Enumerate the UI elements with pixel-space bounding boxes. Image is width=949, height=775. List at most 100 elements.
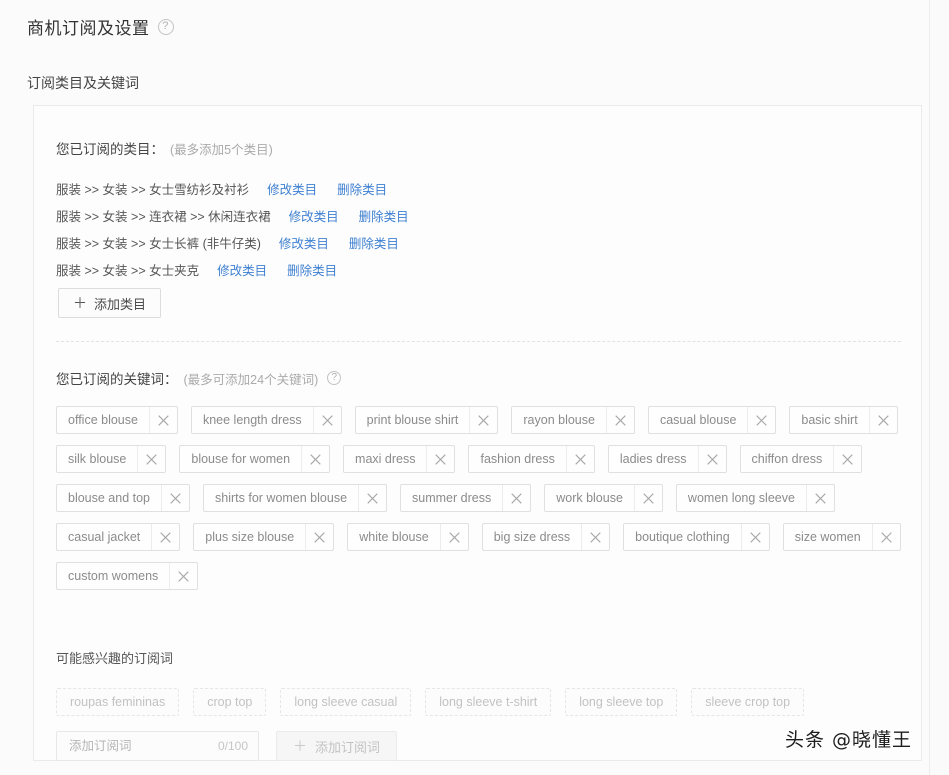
delete-category-link[interactable]: 删除类目 [287,260,337,279]
keyword-tag-label: plus size blouse [205,530,295,544]
keyword-tag: ladies dress [607,445,727,473]
suggestion-chip[interactable]: sleeve crop top [691,688,805,716]
watermark: 头条 @晓懂王 [784,729,912,751]
close-icon[interactable] [439,524,468,550]
suggestion-chip[interactable]: long sleeve top [565,688,678,716]
delete-category-link[interactable]: 删除类目 [349,233,399,252]
keyword-tag: rayon blouse [511,406,635,434]
close-icon[interactable] [169,563,197,589]
keyword-tag: size women [782,523,901,551]
close-icon[interactable] [871,524,900,550]
edit-category-link[interactable]: 修改类目 [289,206,339,225]
category-row: 服装 >> 女装 >> 连衣裙 >> 休闲连衣裙 修改类目 删除类目 [56,202,856,229]
keyword-tag-label: silk blouse [68,452,127,466]
keyword-tag: work blouse [544,484,663,512]
close-icon[interactable] [358,485,386,511]
help-icon[interactable]: ? [157,18,174,35]
keyword-tag: knee length dress [190,406,342,434]
keyword-tag: casual blouse [647,406,777,434]
category-path: 服装 >> 女装 >> 女士长裤 (非牛仔类) [56,237,261,251]
suggestions-label: 可能感兴趣的订阅词 [56,651,174,666]
suggestion-chip[interactable]: roupas femininas [56,688,180,716]
subscribed-keywords-heading: 您已订阅的关键词： (最多可添加24个关键词) ? [56,368,342,388]
keyword-tag-label: maxi dress [355,452,416,466]
category-row: 服装 >> 女装 >> 女士长裤 (非牛仔类) 修改类目 删除类目 [56,229,856,256]
close-icon[interactable] [697,446,726,472]
suggestion-chip[interactable]: long sleeve t-shirt [425,688,552,716]
close-icon[interactable] [747,407,775,433]
plus-icon: ＋ [293,738,307,754]
close-icon[interactable] [868,407,897,433]
close-icon[interactable] [833,446,861,472]
close-icon[interactable] [805,485,834,511]
character-counter: 0/100 [217,739,248,753]
keyword-tag-label: white blouse [359,530,429,544]
subscribed-keywords-hint: (最多可添加24个关键词) [183,372,319,387]
edit-category-link[interactable]: 修改类目 [267,179,317,198]
keyword-tag-label: ladies dress [619,452,687,466]
category-path: 服装 >> 女装 >> 连衣裙 >> 休闲连衣裙 [56,210,271,224]
close-icon[interactable] [605,407,634,433]
keyword-tag-label: knee length dress [202,413,302,427]
keyword-tag: summer dress [400,484,532,512]
close-icon[interactable] [740,524,769,550]
keyword-tag-label: blouse for women [191,452,291,466]
close-icon[interactable] [151,524,179,550]
add-keyword-row: 0/100 ＋ 添加订阅词 [56,731,398,761]
keyword-tag-label: summer dress [412,491,492,505]
keyword-tag: fashion dress [468,445,595,473]
keyword-tag: maxi dress [343,445,456,473]
keyword-tag-label: boutique clothing [635,530,730,544]
page-container: 商机订阅及设置 ? 订阅类目及关键词 您已订阅的类目： (最多添加5个类目) 服装… [0,0,930,775]
category-row: 服装 >> 女装 >> 女士夹克 修改类目 删除类目 [56,256,856,283]
keyword-tag: boutique clothing [623,523,770,551]
delete-category-link[interactable]: 删除类目 [337,179,387,198]
close-icon[interactable] [137,446,165,472]
add-category-label: 添加类目 [94,296,147,312]
suggestion-chip-list: roupas femininas crop top long sleeve casu… [56,688,906,716]
close-icon[interactable] [633,485,662,511]
page-title: 商机订阅及设置 ? [27,14,174,39]
close-icon[interactable] [581,524,609,550]
keyword-tag-label: print blouse shirt [366,413,459,427]
keyword-tag: print blouse shirt [354,406,499,434]
close-icon[interactable] [502,485,530,511]
keyword-tag: office blouse [56,406,178,434]
add-keyword-input[interactable] [67,738,207,754]
add-keyword-input-wrapper[interactable]: 0/100 [56,731,259,761]
close-icon[interactable] [426,446,454,472]
keyword-tag: basic shirt [789,406,898,434]
close-icon[interactable] [161,485,189,511]
keywords-help-icon[interactable]: ? [327,371,342,385]
plus-icon: ＋ [73,295,87,311]
add-keyword-button[interactable]: ＋ 添加订阅词 [276,731,398,761]
close-icon[interactable] [305,524,333,550]
edit-category-link[interactable]: 修改类目 [279,233,329,252]
keyword-tag-label: chiffon dress [751,452,823,466]
suggestion-chip[interactable]: crop top [193,688,267,716]
edit-category-link[interactable]: 修改类目 [217,260,267,279]
keyword-tag: chiffon dress [739,445,863,473]
add-category-button[interactable]: ＋ 添加类目 [58,288,162,318]
page-title-text: 商机订阅及设置 [27,19,150,38]
suggestion-chip[interactable]: long sleeve casual [280,688,412,716]
close-icon[interactable] [565,446,594,472]
section-label: 订阅类目及关键词 [27,75,139,91]
keyword-tag-label: fashion dress [480,452,555,466]
keyword-tag-label: work blouse [556,491,623,505]
keyword-tag-label: shirts for women blouse [215,491,348,505]
keyword-tag: blouse and top [56,484,191,512]
keyword-tag: big size dress [481,523,611,551]
close-icon[interactable] [301,446,329,472]
keyword-tag-label: casual blouse [659,413,737,427]
subscribed-keywords-label: 您已订阅的关键词： [56,372,178,387]
close-icon[interactable] [469,407,497,433]
subscription-panel: 您已订阅的类目： (最多添加5个类目) 服装 >> 女装 >> 女士雪纺衫及衬衫修… [33,105,922,761]
close-icon[interactable] [148,407,177,433]
keyword-tag-label: basic shirt [801,413,858,427]
subscribed-categories-label: 您已订阅的类目： [56,142,164,157]
keyword-tag: women long sleeve [675,484,835,512]
delete-category-link[interactable]: 删除类目 [359,206,409,225]
keyword-tag-label: office blouse [68,413,138,427]
close-icon[interactable] [312,407,341,433]
